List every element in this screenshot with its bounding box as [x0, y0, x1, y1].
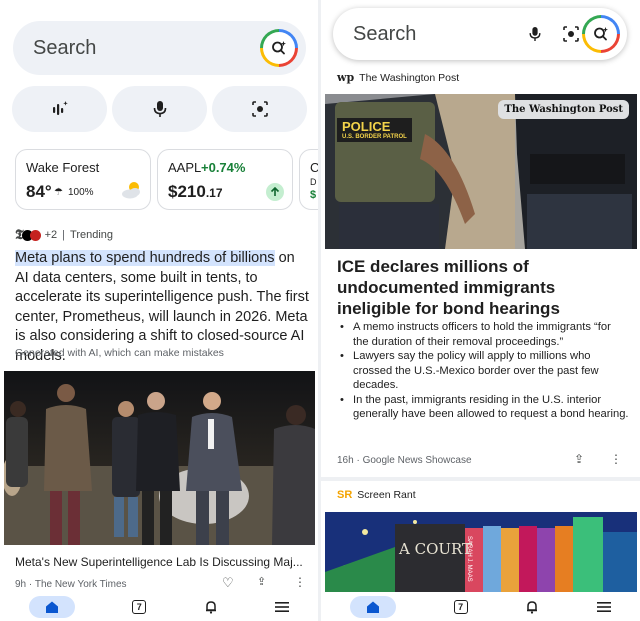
story-image[interactable] — [4, 371, 315, 545]
stock-up-icon — [266, 183, 284, 201]
voice-search-button[interactable] — [112, 86, 207, 132]
precip-chance: 100% — [68, 187, 94, 198]
vest-badge: POLICE U.S. BORDER PATROL — [337, 118, 412, 142]
book-title-text: A COURT — [399, 540, 473, 558]
bullet-item: Lawyers say the policy will apply to mil… — [337, 349, 629, 393]
article-bullets: A memo instructs officers to hold the im… — [337, 320, 629, 422]
books-photo — [325, 512, 637, 592]
more-options-icon[interactable]: ⋮ — [294, 575, 306, 589]
right-screen: Search wp The Washington Post POLICE U.S… — [321, 0, 640, 621]
stock-price-main: $210 — [168, 182, 206, 201]
weather-card[interactable]: Wake Forest 84° ☂ 100% — [15, 149, 151, 210]
lens-sparkle-icon — [272, 41, 286, 55]
story-caption[interactable]: Meta's New Superintelligence Lab Is Disc… — [15, 555, 305, 569]
publisher-row-1[interactable]: wp The Washington Post — [337, 71, 459, 84]
book-spine-text: SARAH J. MAAS — [466, 536, 472, 582]
extra-card-l3: $ — [310, 189, 317, 201]
story-meta: 9h · The New York Times — [15, 579, 127, 590]
vest-patrol-text: U.S. BORDER PATROL — [342, 134, 407, 140]
bullet-item: A memo instructs officers to hold the im… — [337, 320, 629, 349]
microphone-icon[interactable] — [528, 25, 542, 43]
more-options-icon[interactable]: ⋮ — [610, 452, 622, 466]
bell-icon — [527, 601, 538, 614]
bell-icon — [205, 601, 216, 614]
weather-location: Wake Forest — [26, 160, 100, 175]
tabs-count: 7 — [136, 602, 142, 612]
share-icon[interactable]: ⇪ — [574, 452, 584, 466]
publisher-name: The Washington Post — [359, 71, 460, 84]
left-screen: Search Wake Forest 84° ☂ 100% AAPL +0.74… — [0, 0, 318, 621]
search-placeholder: Search — [33, 36, 97, 59]
nav-tabs-button[interactable]: 7 — [132, 600, 147, 614]
menu-icon — [597, 602, 612, 612]
nav-home-tab[interactable] — [349, 596, 396, 618]
nav-menu-button[interactable] — [597, 601, 612, 613]
vest-police-text: POLICE — [342, 119, 391, 134]
share-icon[interactable]: ⇪ — [257, 575, 266, 588]
extra-card-l1: C — [310, 160, 318, 175]
publisher-row-2[interactable]: SR Screen Rant — [337, 489, 416, 501]
publisher-name: Screen Rant — [357, 489, 416, 501]
feed-separator — [321, 477, 640, 481]
stock-symbol: AAPL — [168, 160, 202, 175]
article-meta: 16h · Google News Showcase — [337, 455, 472, 466]
heart-icon[interactable]: ♡ — [222, 575, 234, 591]
story-source-row: 𝕿 +2 | Trending — [15, 227, 114, 243]
search-bar[interactable]: Search — [13, 21, 306, 75]
lens-search-button[interactable] — [582, 15, 620, 53]
extra-card[interactable]: C D $ — [299, 149, 318, 210]
camera-search-button[interactable] — [212, 86, 307, 132]
nav-tabs-button[interactable]: 7 — [453, 600, 468, 614]
nav-notifications-button[interactable] — [525, 600, 539, 614]
ai-disclaimer: Generated with AI, which can make mistak… — [15, 347, 224, 359]
photo-watermark: The Washington Post — [498, 100, 629, 119]
lens-sparkle-icon — [594, 27, 608, 41]
stock-price: $210.17 — [168, 182, 223, 202]
bullet-item: In the past, immigrants residing in the … — [337, 393, 629, 422]
camera-icon — [251, 101, 268, 117]
publisher-avatar-2-icon — [29, 229, 41, 241]
nav-home-tab[interactable] — [28, 596, 75, 618]
lens-search-button[interactable] — [260, 29, 298, 67]
people-walking-photo — [4, 371, 315, 545]
ai-mode-button[interactable] — [12, 86, 107, 132]
home-icon — [45, 601, 58, 613]
menu-icon — [275, 602, 290, 612]
story-topic: Trending — [70, 229, 114, 241]
tabs-count: 7 — [458, 602, 464, 612]
stock-price-cents: .17 — [205, 186, 223, 200]
source-extra-count: +2 — [44, 229, 58, 241]
summary-highlight: Meta plans to spend hundreds of billions — [15, 250, 275, 266]
ai-bars-icon — [52, 101, 68, 115]
nav-notifications-button[interactable] — [204, 600, 218, 614]
wapo-logo-icon: wp — [337, 71, 355, 84]
extra-card-l2: D — [310, 177, 317, 187]
microphone-icon — [153, 101, 166, 117]
home-icon — [366, 601, 379, 613]
article-image-2[interactable]: A COURT SARAH J. MAAS — [325, 512, 637, 592]
stock-card[interactable]: AAPL +0.74% $210.17 — [157, 149, 293, 210]
stock-change: +0.74% — [201, 160, 246, 175]
weather-temperature: 84° — [26, 182, 52, 201]
screenrant-logo-icon: SR — [337, 489, 353, 501]
nav-menu-button[interactable] — [275, 601, 290, 613]
article-image[interactable]: POLICE U.S. BORDER PATROL The Washington… — [325, 94, 637, 249]
bottom-navigation: 7 — [0, 593, 318, 621]
partly-cloudy-icon — [122, 182, 140, 199]
search-placeholder: Search — [353, 22, 417, 45]
floating-search-bar[interactable]: Search — [333, 8, 627, 60]
article-headline[interactable]: ICE declares millions of undocumented im… — [337, 256, 632, 319]
bottom-navigation: 7 — [321, 593, 640, 621]
camera-icon[interactable] — [562, 25, 580, 43]
rain-icon: ☂ — [54, 187, 63, 198]
